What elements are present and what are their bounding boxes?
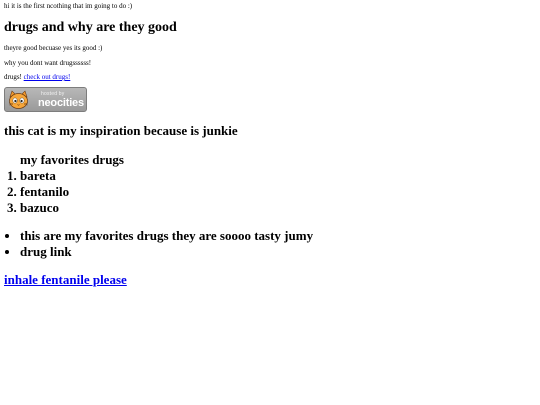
drugs-prefix: drugs! (4, 73, 24, 81)
inhale-fentanile-link[interactable]: inhale fentanile please (4, 272, 127, 287)
bullet-list: this are my favorites drugs they are soo… (20, 228, 313, 260)
badge-brand: neocities (38, 97, 84, 109)
list-item: drug link (20, 244, 313, 260)
paragraph-drugs-link: drugs! check out drugs! (4, 72, 70, 82)
favorites-caption: my favorites drugs (20, 152, 124, 167)
inhale-link-block: inhale fentanile please (4, 272, 127, 288)
paragraph-why: why you dont want drugssssss! (4, 59, 92, 67)
list-item: fentanilo (20, 184, 124, 200)
list-item: bazuco (20, 200, 124, 216)
check-out-drugs-link[interactable]: check out drugs! (24, 73, 71, 81)
paragraph-good: theyre good becuase yes its good :) (4, 44, 103, 52)
cat-heading: this cat is my inspiration because is ju… (4, 123, 238, 138)
favorites-list: bareta fentanilo bazuco (20, 168, 124, 216)
neocities-cat-icon (8, 90, 29, 109)
page-title: drugs and why are they good (4, 20, 177, 35)
page: hi it is the first ncothing that im goin… (0, 0, 540, 405)
intro-text: hi it is the first ncothing that im goin… (4, 2, 133, 10)
list-item: this are my favorites drugs they are soo… (20, 228, 313, 244)
list-item: bareta (20, 168, 124, 184)
favorites-list-block: my favorites drugs bareta fentanilo bazu… (4, 152, 124, 216)
neocities-badge[interactable]: hosted by neocities (4, 87, 87, 112)
